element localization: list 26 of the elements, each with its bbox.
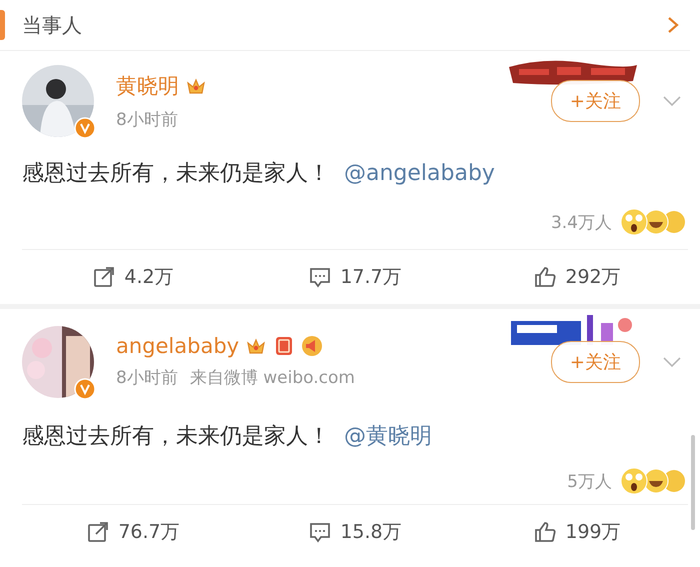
post-text: 感恩过去所有，未来仍是家人！ <box>22 160 330 188</box>
thumbs-up-icon[interactable] <box>533 520 558 544</box>
post-text: 感恩过去所有，未来仍是家人！ <box>22 423 330 451</box>
thumbs-up-icon[interactable] <box>533 265 558 289</box>
section-title: 当事人 <box>22 12 83 38</box>
reaction-count: 5万人 <box>567 470 612 492</box>
chevron-right-icon[interactable] <box>666 15 680 35</box>
action-count[interactable]: 76.7万 <box>118 519 180 545</box>
scrollbar[interactable] <box>691 435 695 530</box>
megaphone-icon <box>301 335 324 357</box>
share-icon[interactable] <box>86 520 110 544</box>
post-time: 8小时前 <box>116 367 178 389</box>
comment-icon[interactable] <box>308 520 332 544</box>
share-icon[interactable] <box>92 265 116 289</box>
action-count[interactable]: 15.8万 <box>340 519 402 545</box>
mention-link[interactable]: @angelababy <box>344 160 495 186</box>
comment-icon[interactable] <box>308 265 332 289</box>
post-source: 来自微博 weibo.com <box>190 367 355 389</box>
mention-link[interactable]: @黄晓明 <box>344 421 432 451</box>
action-count[interactable]: 17.7万 <box>340 264 402 290</box>
post-time: 8小时前 <box>116 108 178 130</box>
action-count[interactable]: 292万 <box>565 264 621 290</box>
action-count[interactable]: 4.2万 <box>124 264 174 290</box>
section-marker <box>0 10 5 40</box>
action-count[interactable]: 199万 <box>565 519 621 545</box>
reaction-count: 3.4万人 <box>550 212 612 234</box>
